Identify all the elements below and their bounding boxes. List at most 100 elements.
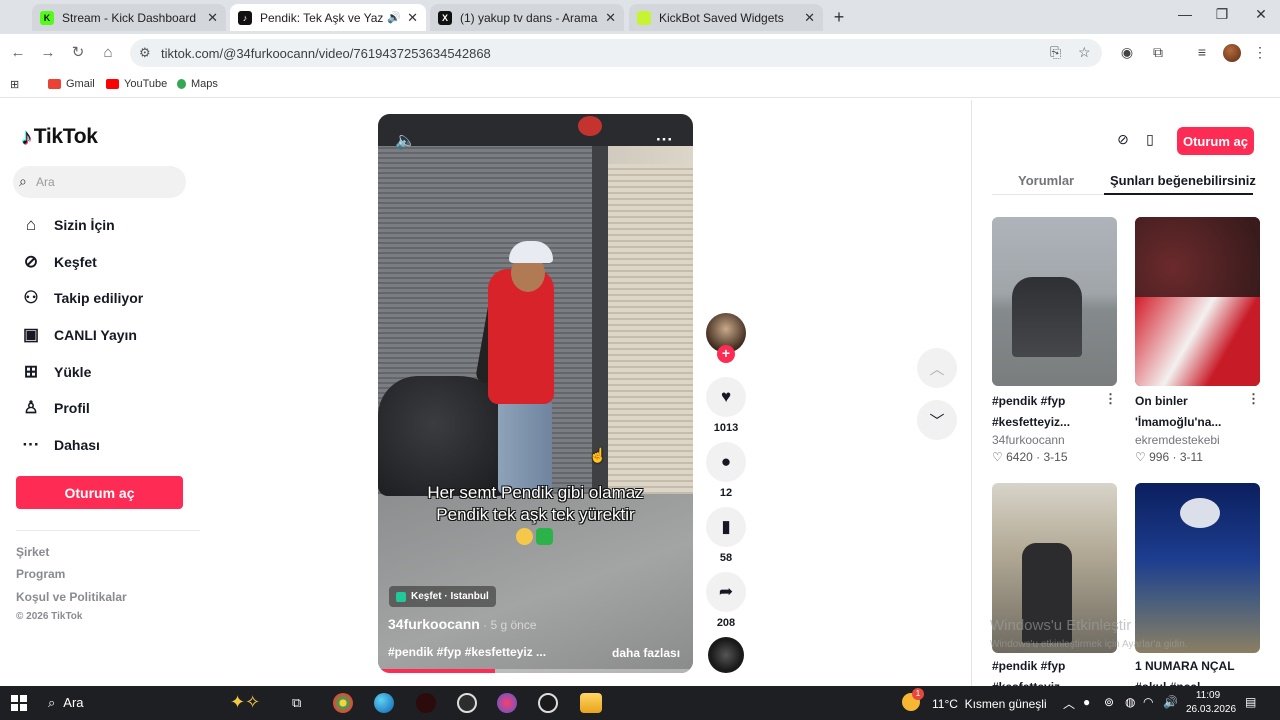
- more-text-link[interactable]: daha fazlası: [612, 646, 680, 660]
- nav-more[interactable]: ··· Dahası: [20, 430, 100, 460]
- reload-icon[interactable]: ↻: [68, 43, 88, 63]
- forward-icon[interactable]: →: [38, 43, 58, 63]
- wifi-icon[interactable]: ◠: [1143, 695, 1153, 709]
- share-button[interactable]: ➦: [706, 572, 746, 612]
- taskbar-search[interactable]: ⌕ Ara: [48, 695, 84, 711]
- tray-overflow-icon[interactable]: ︿: [1063, 695, 1075, 712]
- bookmark-gmail[interactable]: Gmail: [48, 78, 95, 90]
- suggested-author[interactable]: 34furkoocann: [992, 433, 1065, 447]
- network-icon[interactable]: ◍: [1125, 695, 1135, 709]
- nav-following[interactable]: ⚇ Takip ediliyor: [20, 283, 143, 313]
- bookmark-youtube[interactable]: YouTube: [106, 78, 167, 90]
- minimize-button[interactable]: —: [1165, 6, 1205, 22]
- search-input[interactable]: ⌕ Ara: [13, 166, 186, 198]
- taskbar-clock[interactable]: 11:09 26.03.2026: [1186, 689, 1236, 717]
- nav-upload[interactable]: ⊞ Yükle: [20, 357, 91, 387]
- check-emoji-icon: [536, 528, 553, 545]
- tiktok-logo[interactable]: ♪ TikTok: [21, 124, 98, 150]
- profile-avatar[interactable]: [1223, 44, 1241, 62]
- caption-line: Pendik tek aşk tek yürektir: [436, 505, 635, 524]
- speaker-icon[interactable]: 🔊: [387, 11, 401, 24]
- volume-icon[interactable]: 🔈: [395, 131, 416, 151]
- volume-icon[interactable]: 🔊: [1163, 695, 1178, 709]
- chrome-menu-icon[interactable]: ⋮: [1251, 44, 1269, 61]
- suggested-video-thumb[interactable]: [992, 217, 1117, 386]
- file-explorer-icon[interactable]: [580, 693, 602, 713]
- tab-tiktok-video[interactable]: ♪ Pendik: Tek Aşk ve Yaz Anıla 🔊 ✕: [230, 4, 426, 31]
- notifications-icon[interactable]: ▤: [1245, 695, 1256, 709]
- like-button[interactable]: ♥: [706, 377, 746, 417]
- location-tag[interactable]: Keşfet · Istanbul: [389, 586, 496, 607]
- tab-you-may-like[interactable]: Şunları beğenebilirsiniz: [1110, 173, 1256, 188]
- media-control-icon[interactable]: ≡: [1193, 44, 1211, 60]
- install-app-icon[interactable]: ⎘: [1050, 44, 1061, 61]
- suggested-video-thumb[interactable]: [1135, 483, 1260, 653]
- footer-link-company[interactable]: Şirket: [16, 545, 49, 559]
- footer-link-program[interactable]: Program: [16, 567, 65, 581]
- home-icon[interactable]: ⌂: [98, 43, 118, 63]
- extension-icon[interactable]: ◉: [1118, 44, 1136, 61]
- login-button-right[interactable]: Oturum aç: [1177, 127, 1254, 155]
- maximize-button[interactable]: ❐: [1202, 6, 1242, 23]
- tab-kickbot-widgets[interactable]: KickBot Saved Widgets ✕: [629, 4, 823, 31]
- copilot-sparkle-icon[interactable]: ✦✧: [230, 692, 260, 713]
- close-window-button[interactable]: ✕: [1241, 6, 1280, 23]
- tab-kick-dashboard[interactable]: K Stream - Kick Dashboard ✕: [32, 4, 226, 31]
- app-taskbar-icon[interactable]: [457, 693, 477, 713]
- video-menu-icon[interactable]: ⋮: [1247, 391, 1260, 407]
- nav-live[interactable]: ▣ CANLI Yayın: [20, 320, 137, 350]
- bookmark-star-icon[interactable]: ☆: [1078, 44, 1091, 61]
- bookmarks-bar: ⊞ Gmail YouTube Maps: [0, 72, 1280, 98]
- nav-for-you[interactable]: ⌂ Sizin İçin: [20, 210, 115, 240]
- video-menu-icon[interactable]: ⋮: [1104, 391, 1117, 407]
- close-tab-icon[interactable]: ✕: [207, 10, 218, 26]
- bookmark-maps[interactable]: Maps: [177, 78, 218, 90]
- close-tab-icon[interactable]: ✕: [605, 10, 616, 26]
- suggested-caption[interactable]: #pendik #fyp #kesfetteyiz...: [992, 391, 1102, 433]
- more-options-icon[interactable]: ···: [656, 130, 673, 150]
- tab-x-search[interactable]: X (1) yakup tv dans - Arama / X ✕: [430, 4, 624, 31]
- nav-label: Yükle: [54, 364, 92, 380]
- windows-start-icon[interactable]: [11, 695, 27, 711]
- save-button[interactable]: ▮: [706, 507, 746, 547]
- tab-comments[interactable]: Yorumlar: [1018, 173, 1074, 188]
- record-icon[interactable]: ●: [1083, 695, 1090, 709]
- follow-button[interactable]: +: [717, 345, 735, 363]
- chrome-taskbar-icon[interactable]: [333, 693, 353, 713]
- app-taskbar-icon[interactable]: [416, 693, 436, 713]
- video-player[interactable]: 🔈 ··· Her semt Pendik gibi olamaz Pendik…: [378, 114, 693, 673]
- extensions-puzzle-icon[interactable]: ⧉: [1149, 44, 1167, 61]
- app-taskbar-icon[interactable]: [538, 693, 558, 713]
- app-taskbar-icon[interactable]: [497, 693, 517, 713]
- edge-taskbar-icon[interactable]: [374, 693, 394, 713]
- apps-grid-icon[interactable]: ⊞: [10, 78, 19, 91]
- footer-link-terms[interactable]: Koşul ve Politikalar: [16, 590, 127, 604]
- heart-outline-icon: ♡: [992, 450, 1003, 464]
- comment-button[interactable]: ●: [706, 442, 746, 482]
- nav-explore[interactable]: ⊘ Keşfet: [20, 247, 97, 277]
- author-line[interactable]: 34furkoocann · 5 g önce: [388, 616, 537, 632]
- next-video-button[interactable]: ﹀: [917, 400, 957, 440]
- nav-profile[interactable]: ♙ Profil: [20, 393, 89, 423]
- suggested-video-thumb[interactable]: [1135, 217, 1260, 386]
- music-disc-icon[interactable]: [708, 637, 744, 673]
- tray-app-icon[interactable]: ⊚: [1104, 695, 1114, 709]
- url-text[interactable]: tiktok.com/@34furkoocann/video/761943725…: [161, 46, 491, 61]
- close-tab-icon[interactable]: ✕: [407, 10, 418, 26]
- back-icon[interactable]: ←: [8, 43, 28, 63]
- suggested-author[interactable]: ekremdestekebi: [1135, 433, 1220, 447]
- suggested-caption[interactable]: On binler 'İmamoğlu'na...: [1135, 391, 1245, 433]
- hashtags[interactable]: #pendik #fyp #kesfetteyiz ...: [388, 645, 546, 659]
- task-view-icon[interactable]: ⧉: [292, 695, 301, 711]
- previous-video-button[interactable]: ︿: [917, 348, 957, 388]
- mobile-app-icon[interactable]: ▯: [1140, 131, 1160, 148]
- author-name[interactable]: 34furkoocann: [388, 616, 480, 632]
- video-progress-bar[interactable]: [378, 669, 693, 673]
- compass-icon[interactable]: ⊘: [1113, 131, 1133, 148]
- address-bar[interactable]: ⚙ tiktok.com/@34furkoocann/video/7619437…: [130, 39, 1102, 67]
- site-info-icon[interactable]: ⚙: [139, 45, 151, 61]
- close-tab-icon[interactable]: ✕: [804, 10, 815, 26]
- login-button[interactable]: Oturum aç: [16, 476, 183, 509]
- new-tab-button[interactable]: +: [829, 8, 849, 28]
- more-icon: ···: [22, 435, 40, 454]
